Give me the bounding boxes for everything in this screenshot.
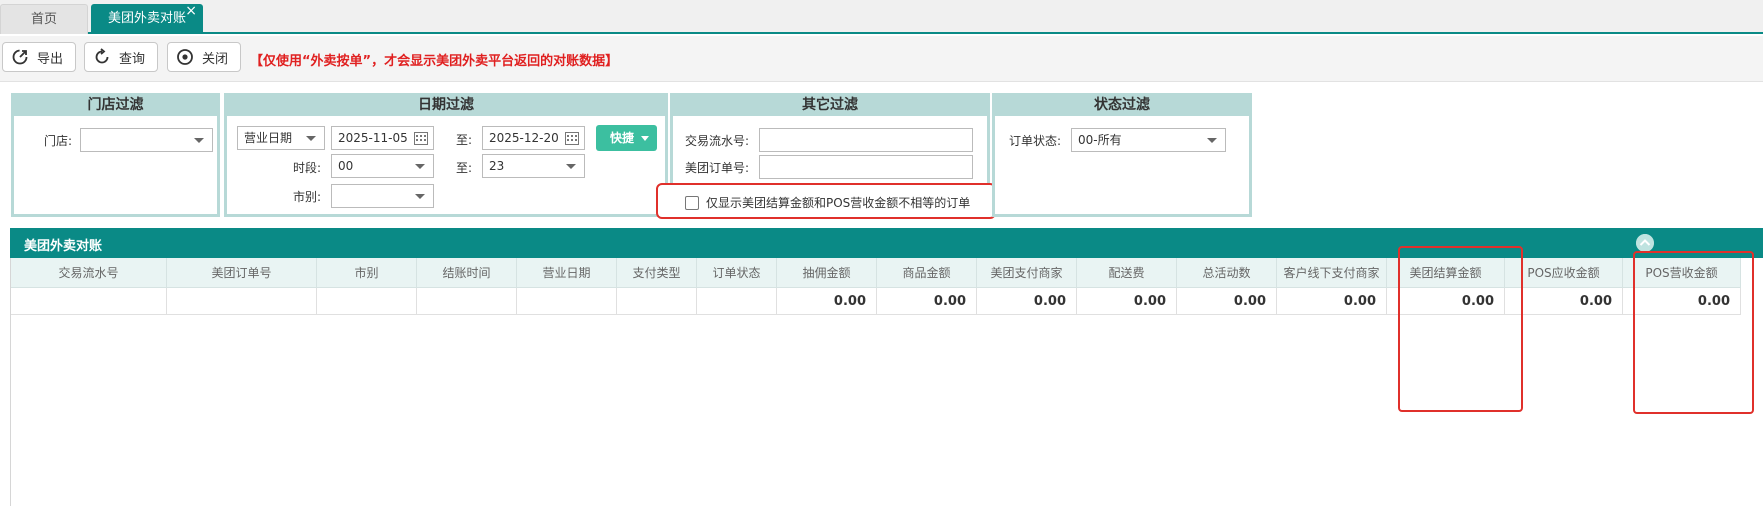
collapse-icon[interactable] [1636,234,1654,252]
totals-cell: 0.00 [977,288,1077,315]
query-label: 查询 [119,51,146,67]
start-date-value: 2025-11-05 [338,131,408,145]
toolbar: 导出 查询 关闭 【仅使用“外卖按单”，才会显示美团外卖平台返回的对账数据】 [0,36,1763,82]
period-label: 时段: [293,161,322,175]
highlight-box-meituan-settlement [1398,246,1523,412]
export-label: 导出 [37,51,64,67]
column-header[interactable]: 美团支付商家 [977,258,1077,288]
start-date-input[interactable]: 2025-11-05 [331,126,434,150]
order-input[interactable] [759,155,973,179]
totals-cell [167,288,317,315]
close-icon[interactable]: × [185,0,197,26]
tab-label: 美团外卖对账 [107,11,186,26]
totals-cell [517,288,617,315]
chevron-down-icon [415,194,425,199]
txn-label: 交易流水号: [685,134,750,148]
end-date-input[interactable]: 2025-12-20 [482,126,585,150]
tab-meituan-reconciliation[interactable]: 美团外卖对账 × [91,3,203,34]
date-type-select[interactable]: 营业日期 [237,126,325,150]
column-header[interactable]: 营业日期 [517,258,617,288]
mismatch-label[interactable]: 仅显示美团结算金额和POS营收金额不相等的订单 [706,194,970,211]
period-start-select[interactable]: 00 [331,154,434,178]
column-header[interactable]: 商品金额 [877,258,977,288]
status-filter-title: 状态过滤 [995,96,1249,116]
chevron-down-icon [566,164,576,169]
tab-bar: 首页 美团外卖对账 × [0,0,1763,34]
order-status-label: 订单状态: [1009,134,1062,148]
totals-cell: 0.00 [1277,288,1387,315]
order-status-value: 00-所有 [1078,133,1122,147]
stop-icon [177,49,193,65]
store-filter-title: 门店过滤 [14,96,217,116]
totals-cell: 0.00 [1177,288,1277,315]
date-to-label: 至: [456,133,473,147]
city-label: 市别: [293,190,322,204]
query-button[interactable]: 查询 [84,42,159,72]
column-header[interactable]: 总活动数 [1177,258,1277,288]
date-type-value: 营业日期 [244,131,293,145]
other-filter-title: 其它过滤 [673,96,987,116]
city-select[interactable] [331,184,434,208]
export-button[interactable]: 导出 [2,42,77,72]
period-start-value: 00 [338,159,354,173]
store-filter-panel: 门店过滤 门店: [11,93,220,217]
totals-cell: 0.00 [1077,288,1177,315]
column-header[interactable]: 交易流水号 [11,258,167,288]
chevron-down-icon [306,136,316,141]
store-label: 门店: [44,134,73,148]
order-label: 美团订单号: [685,161,750,175]
totals-cell: 0.00 [877,288,977,315]
date-filter-title: 日期过滤 [227,96,665,116]
store-select[interactable] [80,128,213,152]
column-header[interactable]: 订单状态 [697,258,777,288]
column-header[interactable]: 支付类型 [617,258,697,288]
refresh-icon [95,48,109,64]
tab-home[interactable]: 首页 [0,4,88,34]
chevron-down-icon [1207,138,1217,143]
mismatch-checkbox[interactable] [685,196,699,210]
period-end-value: 23 [489,159,505,173]
chevron-down-icon [194,138,204,143]
status-filter-panel: 状态过滤 订单状态: 00-所有 [992,93,1252,217]
order-status-select[interactable]: 00-所有 [1071,128,1226,152]
close-label: 关闭 [202,51,229,67]
period-end-select[interactable]: 23 [482,154,585,178]
chevron-down-icon [415,164,425,169]
grid-title: 美团外卖对账 [24,239,103,254]
chevron-down-icon [641,136,649,141]
column-header[interactable]: 结账时间 [417,258,517,288]
totals-cell [697,288,777,315]
period-to-label: 至: [456,161,473,175]
column-header[interactable]: 美团订单号 [167,258,317,288]
mismatch-filter-row: 仅显示美团结算金额和POS营收金额不相等的订单 [656,183,996,219]
close-button[interactable]: 关闭 [167,42,242,72]
export-icon [12,49,28,65]
column-header[interactable]: 客户线下支付商家 [1277,258,1387,288]
highlight-box-pos-revenue [1633,251,1754,414]
column-header[interactable]: 抽佣金额 [777,258,877,288]
calendar-icon[interactable] [565,132,579,145]
notice-text: 【仅使用“外卖按单”，才会显示美团外卖平台返回的对账数据】 [250,54,619,69]
column-header[interactable]: 配送费 [1077,258,1177,288]
totals-cell [617,288,697,315]
totals-cell [317,288,417,315]
end-date-value: 2025-12-20 [489,131,559,145]
totals-cell [417,288,517,315]
totals-cell [11,288,167,315]
calendar-icon[interactable] [414,132,428,145]
totals-cell: 0.00 [777,288,877,315]
column-header[interactable]: 市别 [317,258,417,288]
quick-date-label: 快捷 [610,131,635,145]
quick-date-button[interactable]: 快捷 [596,125,657,151]
date-filter-panel: 日期过滤 营业日期 2025-11-05 至: 2025-12-20 快捷 时段… [224,93,668,217]
txn-input[interactable] [759,128,973,152]
